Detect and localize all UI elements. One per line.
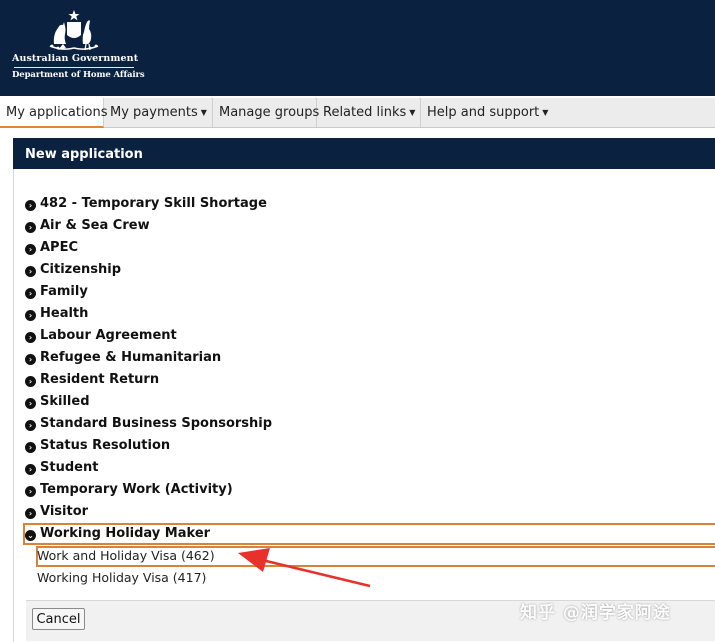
category-family[interactable]: › Family: [25, 282, 88, 302]
caret-down-icon: ▼: [542, 108, 549, 117]
government-logo[interactable]: Australian Government Department of Home…: [12, 8, 145, 90]
category-label: Citizenship: [40, 262, 122, 277]
category-visitor[interactable]: › Visitor: [25, 502, 88, 522]
chevron-right-icon: ›: [25, 222, 36, 233]
nav-my-applications[interactable]: My applications: [0, 98, 108, 128]
chevron-right-icon: ›: [25, 398, 36, 409]
category-label: Student: [40, 460, 99, 475]
category-temporary-work-activity[interactable]: › Temporary Work (Activity): [25, 480, 233, 500]
chevron-right-icon: ›: [25, 420, 36, 431]
nav-item-label: My applications: [6, 105, 108, 120]
chevron-down-icon: ⌄: [25, 530, 36, 541]
chevron-right-icon: ›: [25, 354, 36, 365]
panel-title: New application: [13, 138, 715, 169]
nav-manage-groups[interactable]: Manage groups: [213, 98, 320, 127]
caret-down-icon: ▼: [200, 108, 207, 117]
category-citizenship[interactable]: › Citizenship: [25, 260, 121, 280]
site-header: Australian Government Department of Home…: [0, 0, 715, 96]
category-label: APEC: [40, 240, 79, 255]
subitem-working-holiday-visa-417[interactable]: Working Holiday Visa (417): [37, 568, 206, 588]
nav-help-and-support[interactable]: Help and support ▼: [421, 98, 551, 127]
category-status-resolution[interactable]: › Status Resolution: [25, 436, 170, 456]
nav-my-payments[interactable]: My payments ▼: [104, 98, 213, 127]
watermark-text: 知乎 @润学家阿途: [520, 603, 671, 623]
category-label: Labour Agreement: [40, 328, 177, 343]
nav-item-label: Related links: [323, 105, 407, 120]
category-working-holiday-maker[interactable]: ⌄ Working Holiday Maker: [25, 524, 210, 544]
category-label: Temporary Work (Activity): [40, 482, 233, 497]
subitem-work-and-holiday-visa-462[interactable]: Work and Holiday Visa (462): [37, 546, 215, 566]
nav-item-label: Manage groups: [219, 105, 320, 120]
category-student[interactable]: › Student: [25, 458, 98, 478]
logo-government-text: Australian Government: [12, 53, 139, 64]
category-label: Working Holiday Maker: [40, 526, 211, 541]
chevron-right-icon: ›: [25, 288, 36, 299]
category-apec[interactable]: › APEC: [25, 238, 78, 258]
category-label: Refugee & Humanitarian: [40, 350, 222, 365]
nav-related-links[interactable]: Related links ▼: [317, 98, 421, 127]
category-standard-business-sponsorship[interactable]: › Standard Business Sponsorship: [25, 414, 272, 434]
category-air-sea-crew[interactable]: › Air & Sea Crew: [25, 216, 150, 236]
chevron-right-icon: ›: [25, 310, 36, 321]
chevron-right-icon: ›: [25, 442, 36, 453]
chevron-right-icon: ›: [25, 486, 36, 497]
category-label: Health: [40, 306, 89, 321]
category-skilled[interactable]: › Skilled: [25, 392, 90, 412]
chevron-right-icon: ›: [25, 464, 36, 475]
caret-down-icon: ▼: [409, 108, 416, 117]
chevron-right-icon: ›: [25, 244, 36, 255]
logo-divider: [14, 67, 134, 68]
chevron-right-icon: ›: [25, 266, 36, 277]
category-label: Status Resolution: [40, 438, 171, 453]
cancel-button[interactable]: Cancel: [32, 608, 85, 630]
category-label: Visitor: [40, 504, 89, 519]
category-label: Standard Business Sponsorship: [40, 416, 273, 431]
category-label: 482 - Temporary Skill Shortage: [40, 196, 267, 211]
category-resident-return[interactable]: › Resident Return: [25, 370, 159, 390]
category-refugee-humanitarian[interactable]: › Refugee & Humanitarian: [25, 348, 221, 368]
category-health[interactable]: › Health: [25, 304, 88, 324]
main-nav: My applications My payments ▼ Manage grou…: [0, 98, 715, 128]
chevron-right-icon: ›: [25, 508, 36, 519]
coat-of-arms-icon: [49, 10, 99, 51]
chevron-right-icon: ›: [25, 200, 36, 211]
chevron-right-icon: ›: [25, 332, 36, 343]
nav-item-label: Help and support: [427, 105, 540, 120]
nav-item-label: My payments: [110, 105, 198, 120]
category-482-temporary-skill-shortage[interactable]: › 482 - Temporary Skill Shortage: [25, 194, 267, 214]
category-label: Air & Sea Crew: [40, 218, 150, 233]
category-label: Skilled: [40, 394, 90, 409]
category-labour-agreement[interactable]: › Labour Agreement: [25, 326, 177, 346]
chevron-right-icon: ›: [25, 376, 36, 387]
category-label: Resident Return: [40, 372, 160, 387]
logo-department-text: Department of Home Affairs: [12, 70, 145, 80]
category-label: Family: [40, 284, 88, 299]
